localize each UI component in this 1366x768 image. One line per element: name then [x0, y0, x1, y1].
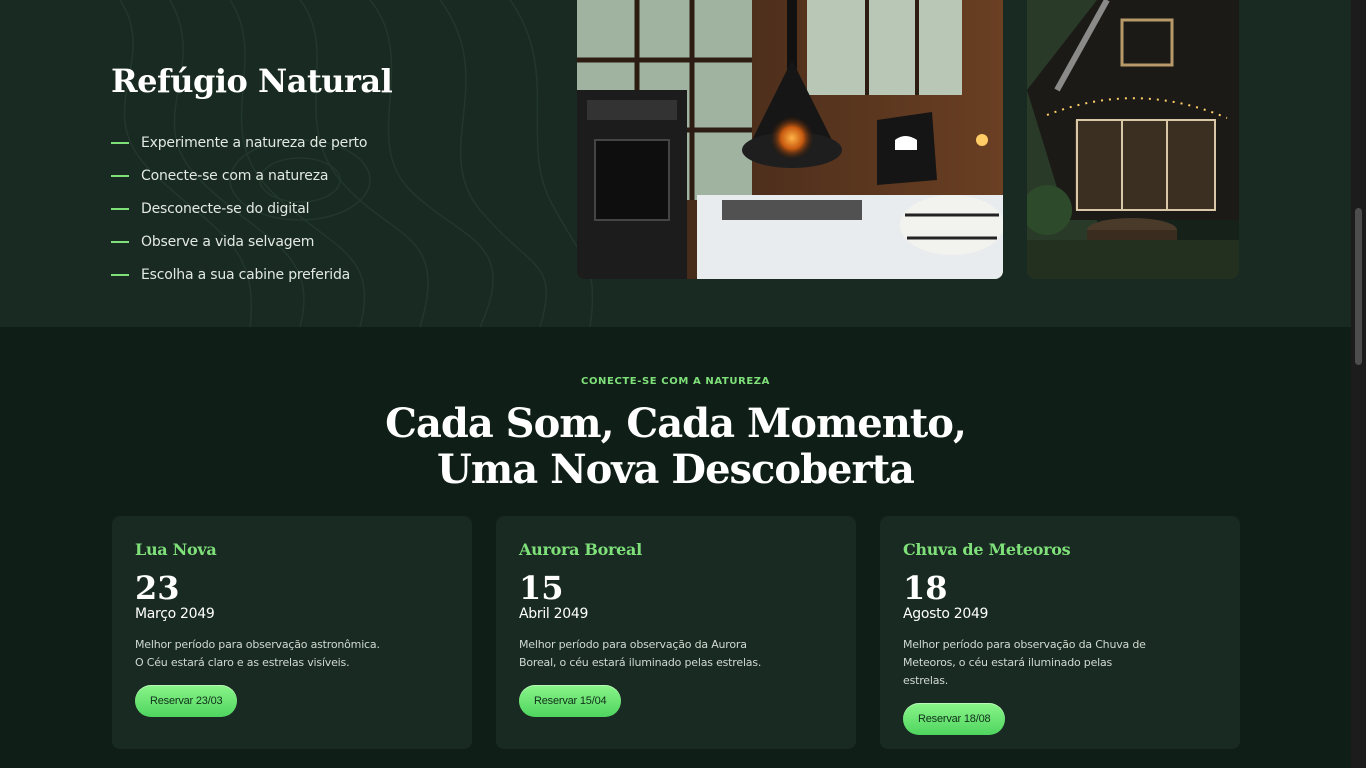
- section-eyebrow: CONECTE-SE COM A NATUREZA: [581, 376, 770, 387]
- hero-section: Refúgio Natural Experimente a natureza d…: [0, 0, 1351, 327]
- feature-text: Escolha a sua cabine preferida: [141, 266, 351, 283]
- feature-text: Observe a vida selvagem: [141, 233, 315, 250]
- dash-icon: [111, 207, 129, 210]
- event-day: 18: [903, 569, 948, 607]
- events-section: CONECTE-SE COM A NATUREZA Cada Som, Cada…: [0, 327, 1351, 768]
- dash-icon: [111, 141, 129, 144]
- feature-item: Experimente a natureza de perto: [111, 126, 368, 159]
- event-description: Melhor período para observação da Chuva …: [903, 638, 1146, 687]
- feature-text: Conecte-se com a natureza: [141, 167, 329, 184]
- feature-item: Desconecte-se do digital: [111, 192, 367, 225]
- event-description: Melhor período para observação astronômi…: [135, 638, 380, 669]
- dash-icon: [111, 273, 129, 276]
- reserve-button[interactable]: Reservar 15/04: [519, 685, 622, 717]
- headline-line-1: Cada Som, Cada Momento,: [385, 400, 967, 447]
- dash-icon: [111, 174, 129, 177]
- event-month: Agosto 2049: [903, 606, 989, 622]
- hero-title: Refúgio Natural: [111, 62, 393, 100]
- event-description: Melhor período para observação da Aurora…: [519, 638, 762, 669]
- cabin-interior-photo: [577, 0, 1003, 279]
- event-card: Lua Nova 23 Março 2049 Melhor período pa…: [112, 516, 472, 749]
- feature-list: Experimente a natureza de perto Conecte-…: [111, 126, 368, 291]
- event-card: Aurora Boreal 15 Abril 2049 Melhor perío…: [496, 516, 856, 749]
- event-card: Chuva de Meteoros 18 Agosto 2049 Melhor …: [880, 516, 1240, 749]
- event-title: Chuva de Meteoros: [903, 540, 1071, 559]
- event-month: Março 2049: [135, 606, 215, 622]
- dash-icon: [111, 240, 129, 243]
- event-title: Aurora Boreal: [519, 540, 642, 559]
- reserve-button[interactable]: Reservar 18/08: [903, 703, 1006, 735]
- feature-text: Desconecte-se do digital: [141, 200, 310, 217]
- feature-item: Escolha a sua cabine preferida: [111, 258, 367, 291]
- event-title: Lua Nova: [135, 540, 217, 559]
- feature-text: Experimente a natureza de perto: [141, 134, 368, 151]
- page-viewport: Refúgio Natural Experimente a natureza d…: [0, 0, 1351, 768]
- event-month: Abril 2049: [519, 606, 589, 622]
- reserve-button[interactable]: Reservar 23/03: [135, 685, 238, 717]
- section-headline: Cada Som, Cada Momento, Uma Nova Descobe…: [0, 401, 1351, 493]
- event-day: 15: [519, 569, 564, 607]
- page-scrollbar[interactable]: [1351, 0, 1366, 768]
- feature-item: Observe a vida selvagem: [111, 225, 367, 258]
- scrollbar-thumb[interactable]: [1355, 208, 1362, 365]
- event-day: 23: [135, 569, 180, 607]
- headline-line-2: Uma Nova Descoberta: [437, 446, 915, 493]
- feature-item: Conecte-se com a natureza: [111, 159, 367, 192]
- a-frame-cabin-photo: [1027, 0, 1239, 279]
